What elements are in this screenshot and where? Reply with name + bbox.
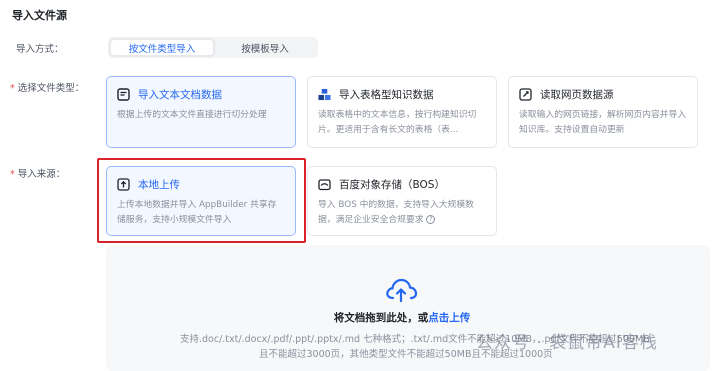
card-table-knowledge[interactable]: 导入表格型知识数据 读取表格中的文本信息，按行构建知识切片。更适用于含有长文的表… bbox=[307, 76, 497, 148]
card-title: 本地上传 bbox=[138, 179, 180, 191]
card-description: 上传本地数据并导入 AppBuilder 共享存储服务，支持小规模文件导入 bbox=[117, 200, 277, 225]
section-title: 导入文件源 bbox=[12, 9, 67, 22]
card-description: 读取表格中的文本信息，按行构建知识切片。更适用于含有长文的表格（表... bbox=[318, 110, 477, 135]
table-cubes-icon bbox=[318, 88, 331, 101]
import-method-label: 导入方式： bbox=[16, 44, 64, 55]
card-title: 导入文本文档数据 bbox=[138, 89, 222, 101]
document-icon bbox=[117, 88, 130, 101]
cloud-upload-icon[interactable] bbox=[384, 277, 418, 303]
link-icon bbox=[519, 88, 532, 101]
upload-arrow-icon bbox=[117, 178, 130, 191]
card-description: 根据上传的文本文件直接进行切分处理 bbox=[117, 110, 267, 120]
card-description: 读取输入的网页链接，解析网页内容并导入知识库。支持设置自动更新 bbox=[519, 110, 687, 135]
file-type-label: * 选择文件类型： bbox=[10, 80, 84, 94]
source-label: * 导入来源： bbox=[10, 166, 65, 180]
upload-instruction: 将文档拖到此处，或点击上传 bbox=[312, 310, 492, 325]
tab-import-by-template[interactable]: 按模板导入 bbox=[214, 39, 316, 56]
card-title: 百度对象存储（BOS） bbox=[339, 179, 445, 191]
card-description-text: 导入 BOS 中的数据，支持导入大规模数据，满足企业安全合规要求 bbox=[318, 200, 474, 225]
card-title: 导入表格型知识数据 bbox=[339, 89, 434, 101]
required-mark: * bbox=[10, 83, 15, 94]
upload-instruction-text: 将文档拖到此处，或 bbox=[333, 312, 429, 324]
required-mark: * bbox=[10, 169, 15, 180]
tab-import-by-file-type[interactable]: 按文件类型导入 bbox=[110, 39, 214, 56]
card-bos-storage[interactable]: 百度对象存储（BOS） 导入 BOS 中的数据，支持导入大规模数据，满足企业安全… bbox=[307, 166, 497, 236]
card-description: 导入 BOS 中的数据，支持导入大规模数据，满足企业安全合规要求 ? bbox=[318, 198, 486, 228]
click-upload-link[interactable]: 点击上传 bbox=[428, 312, 470, 324]
watermark: 公众号 · 袋鼠帝AI客栈 bbox=[476, 333, 658, 353]
card-web-source[interactable]: 读取网页数据源 读取输入的网页链接，解析网页内容并导入知识库。支持设置自动更新 bbox=[508, 76, 698, 148]
card-local-upload[interactable]: 本地上传 上传本地数据并导入 AppBuilder 共享存储服务，支持小规模文件… bbox=[106, 166, 296, 236]
source-label-text: 导入来源： bbox=[17, 169, 66, 180]
import-method-switch: 按文件类型导入 按模板导入 bbox=[108, 37, 318, 58]
card-title: 读取网页数据源 bbox=[540, 89, 614, 101]
file-type-label-text: 选择文件类型： bbox=[17, 83, 85, 94]
bos-icon bbox=[318, 178, 331, 191]
card-text-document[interactable]: 导入文本文档数据 根据上传的文本文件直接进行切分处理 bbox=[106, 76, 296, 148]
help-icon[interactable]: ? bbox=[426, 215, 436, 224]
